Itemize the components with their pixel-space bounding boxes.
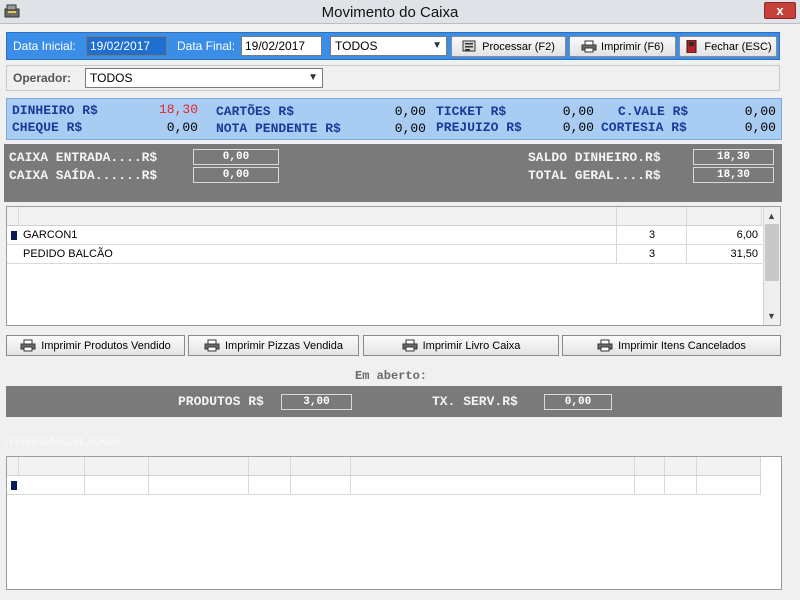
ticket-label: TICKET R$: [436, 104, 507, 119]
nota-pendente-value: 0,00: [394, 121, 426, 136]
dinheiro-label: DINHEIRO R$: [12, 103, 98, 118]
row-indicator-icon: [11, 481, 17, 490]
grid-header: [7, 457, 761, 476]
data-final-input[interactable]: 19/02/2017: [241, 36, 322, 56]
itens-cancelados-grid[interactable]: [6, 456, 782, 590]
operators-grid[interactable]: GARCON1 3 6,00 PEDIDO BALCÃO 3 31,50 ▲ ▼: [6, 206, 781, 326]
exit-door-icon: [686, 40, 697, 53]
window-title: Movimento do Caixa: [321, 4, 459, 21]
row-nome: GARCON1: [23, 229, 78, 241]
grid-header: [7, 207, 762, 226]
imprimir-livro-button[interactable]: Imprimir Livro Caixa: [363, 335, 559, 356]
cartoes-value: 0,00: [394, 104, 426, 119]
em-aberto-panel: [6, 386, 782, 417]
table-row[interactable]: [7, 476, 761, 495]
saldo-dinheiro-label: SALDO DINHEIRO.R$: [528, 150, 661, 165]
scroll-down-icon[interactable]: ▼: [767, 311, 776, 321]
row-qtd: 3: [649, 248, 656, 260]
caixa-saida-label: CAIXA SAÍDA......R$: [9, 168, 158, 183]
caixa-entrada-field: 0,00: [193, 149, 279, 165]
imprimir-cancelados-button[interactable]: Imprimir Itens Cancelados: [562, 335, 781, 356]
imprimir-cancelados-label: Imprimir Itens Cancelados: [618, 339, 746, 352]
itens-cancelados-title: ITENS CANCELADOS:: [5, 436, 122, 448]
saldo-dinheiro-field: 18,30: [693, 149, 774, 165]
fechar-button[interactable]: Fechar (ESC): [679, 36, 777, 57]
tipo-select[interactable]: TODOS ▼: [330, 36, 447, 56]
imprimir-produtos-button[interactable]: Imprimir Produtos Vendido: [6, 335, 185, 356]
row-valor: 6,00: [736, 229, 758, 241]
title-bar: Movimento do Caixa x: [0, 0, 800, 24]
table-row[interactable]: PEDIDO BALCÃO 3 31,50: [7, 245, 762, 264]
header-cell: [7, 207, 19, 225]
printer-icon: [204, 339, 220, 352]
nota-pendente-label: NOTA PENDENTE R$: [216, 121, 341, 136]
row-valor: 31,50: [730, 248, 758, 260]
printer-icon: [402, 339, 418, 352]
close-button[interactable]: x: [764, 2, 796, 19]
imprimir-produtos-label: Imprimir Produtos Vendido: [41, 339, 171, 352]
data-inicial-label: Data Inicial:: [13, 39, 76, 53]
data-inicial-input[interactable]: 19/02/2017: [86, 36, 167, 56]
row-qtd: 3: [649, 229, 656, 241]
txserv-label: TX. SERV.R$: [432, 394, 518, 409]
cheque-value: 0,00: [166, 120, 198, 135]
table-row[interactable]: GARCON1 3 6,00: [7, 226, 762, 245]
produtos-field: 3,00: [281, 394, 352, 410]
tipo-select-value: TODOS: [335, 39, 378, 53]
em-aberto-title: Em aberto:: [355, 369, 428, 383]
process-icon: [462, 40, 476, 52]
produtos-label: PRODUTOS R$: [178, 394, 264, 409]
processar-button[interactable]: Processar (F2): [451, 36, 566, 57]
caixa-saida-field: 0,00: [193, 167, 279, 183]
total-geral-field: 18,30: [693, 167, 774, 183]
cvale-label: C.VALE R$: [618, 104, 689, 119]
cortesia-value: 0,00: [744, 120, 776, 135]
dinheiro-value: 18,30: [158, 102, 198, 117]
fechar-label: Fechar (ESC): [704, 40, 772, 53]
prejuizo-value: 0,00: [562, 120, 594, 135]
total-geral-label: TOTAL GERAL....R$: [528, 168, 661, 183]
imprimir-pizzas-button[interactable]: Imprimir Pizzas Vendida: [188, 335, 359, 356]
scroll-up-icon[interactable]: ▲: [767, 211, 776, 221]
imprimir-label: Imprimir (F6): [601, 40, 664, 53]
prejuizo-label: PREJUIZO R$: [436, 120, 522, 135]
cartoes-label: CARTÕES R$: [216, 104, 295, 119]
processar-label: Processar (F2): [482, 40, 555, 53]
row-nome: PEDIDO BALCÃO: [23, 248, 113, 260]
header-cell: [19, 207, 617, 225]
row-indicator-icon: [11, 231, 17, 240]
chevron-down-icon: ▼: [432, 40, 442, 51]
operador-label: Operador:: [13, 71, 72, 85]
header-cell: [617, 207, 687, 225]
txserv-field: 0,00: [544, 394, 612, 410]
cortesia-label: CORTESIA R$: [601, 120, 687, 135]
printer-icon: [597, 339, 613, 352]
imprimir-button[interactable]: Imprimir (F6): [569, 36, 676, 57]
printer-icon: [20, 339, 36, 352]
header-cell: [687, 207, 762, 225]
scroll-thumb[interactable]: [765, 224, 779, 281]
imprimir-livro-label: Imprimir Livro Caixa: [422, 339, 521, 352]
printer-icon: [581, 40, 597, 53]
operador-select-value: TODOS: [90, 71, 133, 85]
chevron-down-icon: ▼: [308, 72, 318, 83]
imprimir-pizzas-label: Imprimir Pizzas Vendida: [225, 339, 343, 352]
cvale-value: 0,00: [744, 104, 776, 119]
data-final-label: Data Final:: [177, 39, 236, 53]
operador-select[interactable]: TODOS ▼: [85, 68, 323, 88]
ticket-value: 0,00: [562, 104, 594, 119]
grid-scrollbar[interactable]: ▲ ▼: [763, 207, 780, 325]
cheque-label: CHEQUE R$: [12, 120, 83, 135]
caixa-entrada-label: CAIXA ENTRADA....R$: [9, 150, 158, 165]
